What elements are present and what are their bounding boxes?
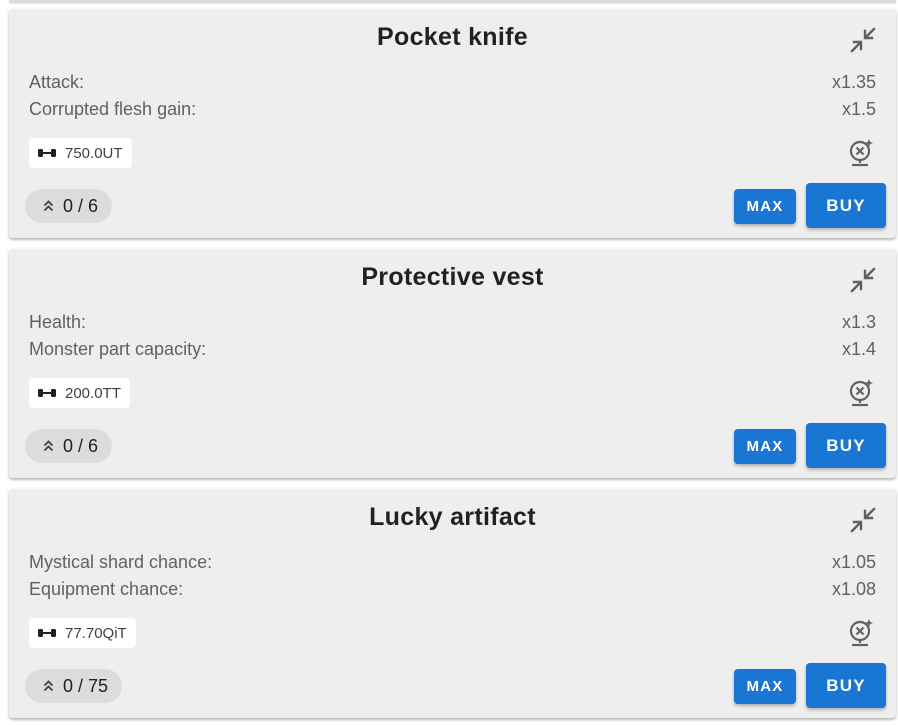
chevron-double-up-icon [43, 200, 54, 212]
collapse-arrows-icon[interactable] [850, 27, 876, 53]
stat-label: Mystical shard chance: [29, 552, 213, 572]
stat-label: Corrupted flesh gain: [29, 99, 197, 119]
upgrade-list: Pocket knife Attack: x1.35 Corrupted fle… [0, 0, 898, 725]
level-chip: 0 / 6 [25, 429, 113, 463]
chevron-double-up-icon [43, 440, 54, 452]
stat-label: Attack: [29, 72, 85, 92]
level-value: 0 / 6 [63, 435, 99, 456]
item-title: Lucky artifact [369, 503, 536, 531]
dumbbell-icon [38, 149, 56, 157]
price-chip: 200.0TT [29, 378, 130, 408]
buy-button[interactable]: BUY [806, 663, 886, 708]
dumbbell-icon [38, 629, 56, 637]
level-value: 0 / 6 [63, 195, 99, 216]
item-title: Pocket knife [377, 23, 528, 51]
stat-row: Equipment chance: x1.08 [29, 579, 876, 603]
robot-autobuy-icon[interactable] [848, 379, 874, 407]
stat-row: Attack: x1.35 [29, 72, 876, 96]
stat-value: x1.08 [831, 579, 876, 599]
stat-row: Corrupted flesh gain: x1.5 [29, 99, 876, 123]
dumbbell-icon [38, 389, 56, 397]
price-chip: 77.70QiT [29, 618, 136, 648]
stat-row: Health: x1.3 [29, 312, 876, 336]
buy-button[interactable]: BUY [806, 423, 886, 468]
previous-card-edge [9, 0, 896, 2]
stat-row: Mystical shard chance: x1.05 [29, 552, 876, 576]
item-card-lucky-artifact: Lucky artifact Mystical shard chance: x1… [9, 489, 896, 718]
price-chip: 750.0UT [29, 138, 132, 168]
stat-value: x1.35 [831, 72, 876, 92]
buy-button[interactable]: BUY [806, 183, 886, 228]
price-value: 200.0TT [65, 384, 121, 402]
price-value: 77.70QiT [65, 624, 127, 642]
stat-label: Health: [29, 312, 87, 332]
stat-label: Equipment chance: [29, 579, 184, 599]
stat-row: Monster part capacity: x1.4 [29, 339, 876, 363]
stat-value: x1.3 [841, 312, 876, 332]
item-card-pocket-knife: Pocket knife Attack: x1.35 Corrupted fle… [9, 9, 896, 238]
item-card-protective-vest: Protective vest Health: x1.3 Monster par… [9, 249, 896, 478]
robot-autobuy-icon[interactable] [848, 139, 874, 167]
level-value: 0 / 75 [63, 675, 109, 696]
stat-value: x1.4 [841, 339, 876, 359]
stat-label: Monster part capacity: [29, 339, 207, 359]
level-chip: 0 / 6 [25, 189, 113, 223]
max-button[interactable]: MAX [734, 669, 796, 704]
max-button[interactable]: MAX [734, 189, 796, 224]
collapse-arrows-icon[interactable] [850, 507, 876, 533]
collapse-arrows-icon[interactable] [850, 267, 876, 293]
level-chip: 0 / 75 [25, 669, 123, 703]
stat-value: x1.5 [841, 99, 876, 119]
robot-autobuy-icon[interactable] [848, 619, 874, 647]
stat-value: x1.05 [831, 552, 876, 572]
chevron-double-up-icon [43, 680, 54, 692]
item-title: Protective vest [361, 263, 544, 291]
max-button[interactable]: MAX [734, 429, 796, 464]
price-value: 750.0UT [65, 144, 123, 162]
